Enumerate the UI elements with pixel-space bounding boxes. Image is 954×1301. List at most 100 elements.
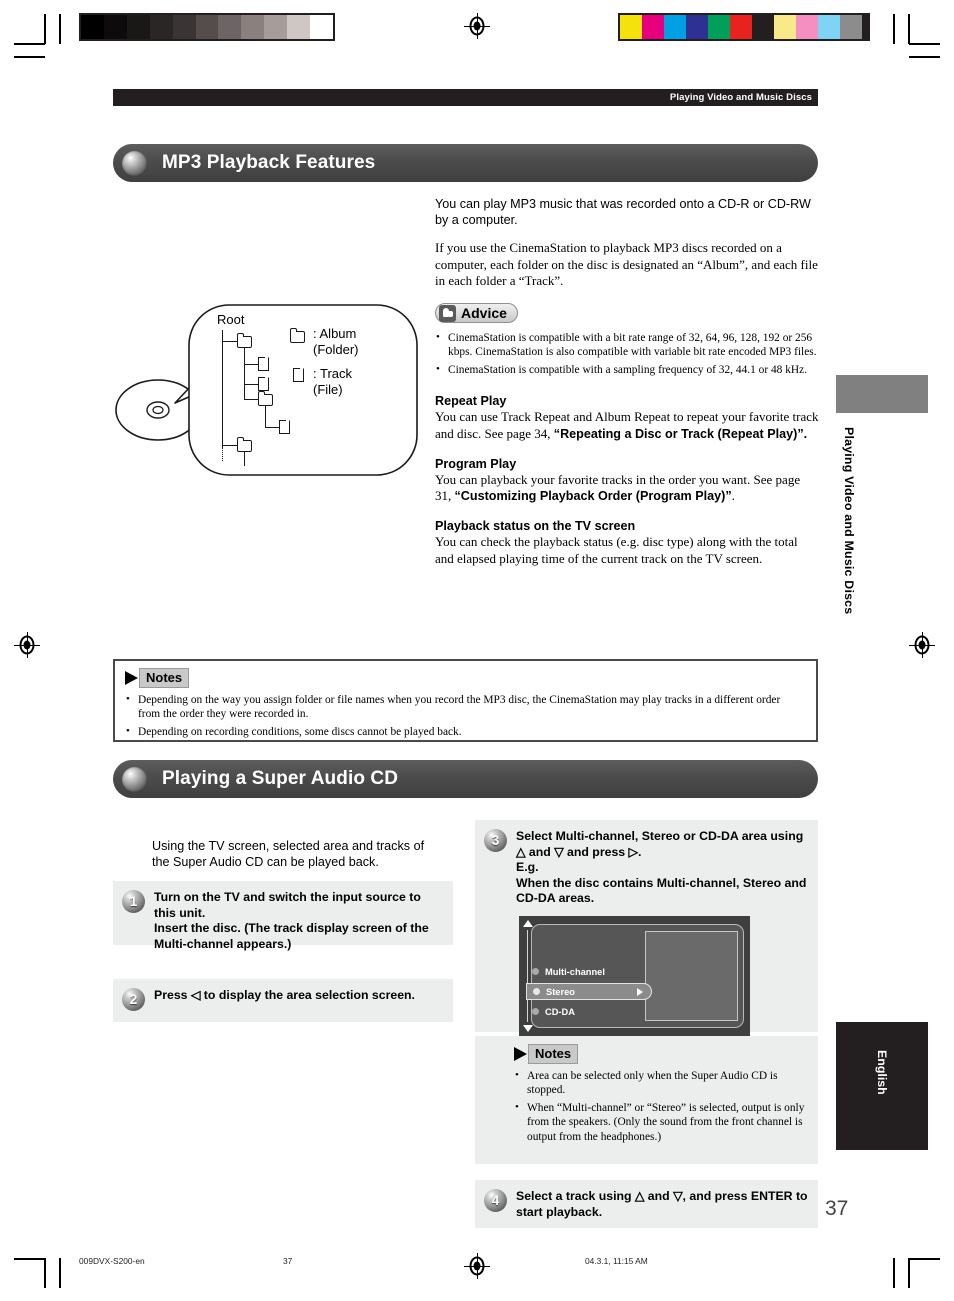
- advice-label: Advice: [461, 305, 507, 322]
- tv-menu-label: Multi-channel: [545, 966, 605, 977]
- tree-trunk-line: [222, 330, 224, 448]
- step-1: 1 Turn on the TV and switch the input so…: [113, 881, 453, 951]
- crop-mark-tr-h: [909, 43, 940, 45]
- crop-mark-tr-v: [908, 14, 910, 44]
- step-3: 3 Select Multi-channel, Stereo or CD-DA …: [475, 820, 818, 1036]
- crop-mark-bl-v: [44, 1258, 46, 1288]
- tree-branch-6: [222, 445, 237, 447]
- notes-header: Notes: [125, 668, 804, 688]
- advice-badge: Advice: [435, 303, 518, 324]
- step-text: Select a track using △ and ▽, and press …: [516, 1189, 808, 1219]
- side-tab-gray-block: [836, 375, 928, 413]
- bullet-sphere-icon: [122, 766, 147, 792]
- color-swatch: [642, 15, 664, 39]
- step-2: 2 Press ◁ to display the area selection …: [113, 979, 453, 1022]
- tv-menu-item-cd-da[interactable]: CD-DA: [526, 1003, 575, 1020]
- gray-swatch: [81, 15, 104, 39]
- crop-mark-tr-v2: [893, 14, 895, 44]
- crop-mark-tl-v2: [59, 14, 61, 44]
- note-item: Depending on the way you assign folder o…: [125, 692, 804, 722]
- color-swatch: [752, 15, 774, 39]
- color-swatch: [818, 15, 840, 39]
- topic-body: You can check the playback status (e.g. …: [435, 534, 798, 566]
- gray-swatch: [172, 15, 196, 39]
- tree-branch-4: [244, 399, 258, 401]
- crop-mark-tl-v: [44, 14, 46, 44]
- gray-swatch: [149, 15, 173, 39]
- legend-track-line2: (File): [313, 382, 343, 397]
- footer-timestamp: 04.3.1, 11:15 AM: [585, 1256, 648, 1266]
- file-icon-track-2: [258, 377, 269, 391]
- side-tab-chapter-label: Playing Video and Music Discs: [842, 427, 856, 615]
- notes-label: Notes: [528, 1044, 579, 1064]
- topic-body-tail: .: [731, 488, 735, 504]
- tree-branch-3: [244, 384, 258, 386]
- running-head-label: Playing Video and Music Discs: [669, 92, 812, 103]
- legend-album-line1: : Album: [313, 326, 357, 341]
- step-number: 2: [122, 988, 145, 1011]
- crop-mark-tl-h2: [14, 56, 45, 58]
- scroll-down-indicator-icon: [523, 1025, 533, 1032]
- legend-album-line2: (Folder): [313, 342, 359, 357]
- gray-swatch: [264, 15, 288, 39]
- crop-mark-bl-h: [14, 1258, 45, 1260]
- notes-arrow-icon: [514, 1047, 527, 1061]
- language-tab: English: [836, 1022, 928, 1150]
- advice-item: CinemaStation is compatible with a bit r…: [435, 330, 819, 360]
- gray-swatch: [103, 15, 127, 39]
- color-swatch: [730, 15, 752, 39]
- mp3-folder-structure-diagram: Root : Album (Folder) : Track (File): [113, 300, 423, 490]
- crop-mark-bl-v2: [59, 1258, 61, 1288]
- legend-file-icon: [293, 368, 304, 382]
- tv-preview-pane: [645, 931, 738, 1021]
- registration-mark-top: [464, 13, 490, 39]
- note-item: Depending on recording conditions, some …: [125, 724, 804, 739]
- mp3-intro-paragraph-2: If you use the CinemaStation to playback…: [435, 239, 818, 289]
- notes-box-sacd: Notes Area can be selected only when the…: [475, 1036, 818, 1164]
- footer-page: 37: [283, 1256, 293, 1266]
- topic-heading: Repeat Play: [435, 393, 507, 408]
- pointing-hand-icon: [439, 304, 456, 322]
- file-icon-track-3: [279, 420, 290, 434]
- notes-list: Depending on the way you assign folder o…: [125, 692, 804, 739]
- note-item: Area can be selected only when the Super…: [514, 1068, 806, 1098]
- topic-body-bold: “Repeating a Disc or Track (Repeat Play)…: [553, 426, 808, 441]
- menu-bullet-icon: [532, 968, 539, 975]
- folder-icon-album-2: [257, 391, 273, 406]
- file-icon-track-1: [258, 357, 269, 371]
- tree-branch-2: [244, 364, 258, 366]
- scroll-up-indicator-icon: [523, 920, 533, 927]
- legend-track-line1: : Track: [313, 366, 353, 381]
- tv-menu-item-multi-channel[interactable]: Multi-channel: [526, 963, 605, 980]
- gray-swatch: [218, 15, 242, 39]
- topic-heading: Program Play: [435, 456, 517, 471]
- topic-playback-status: Playback status on the TV screen You can…: [435, 518, 819, 568]
- section-title: MP3 Playback Features: [162, 152, 376, 173]
- tv-menu-item-stereo[interactable]: Stereo: [526, 983, 652, 1000]
- color-swatch: [774, 15, 796, 39]
- menu-bullet-icon: [533, 988, 540, 995]
- notes-header: Notes: [514, 1044, 806, 1064]
- tv-menu-label: Stereo: [546, 986, 575, 997]
- step-text: Turn on the TV and switch the input sour…: [154, 890, 429, 951]
- notes-box-mp3: Notes Depending on the way you assign fo…: [113, 659, 818, 742]
- advice-list: CinemaStation is compatible with a bit r…: [435, 330, 819, 377]
- running-head: Playing Video and Music Discs: [113, 89, 818, 106]
- step-4: 4 Select a track using △ and ▽, and pres…: [475, 1180, 818, 1228]
- notes-arrow-icon: [125, 671, 138, 685]
- color-calibration-strip: [618, 13, 870, 41]
- language-tab-label: English: [875, 1050, 889, 1095]
- gray-swatch: [310, 15, 333, 39]
- notes-list: Area can be selected only when the Super…: [514, 1068, 806, 1144]
- tv-menu-label: CD-DA: [545, 1006, 575, 1017]
- tree-branch-5: [265, 427, 279, 429]
- crop-mark-br-v2: [893, 1258, 895, 1288]
- crop-mark-br-h: [909, 1258, 940, 1260]
- sacd-intro: Using the TV screen, selected area and t…: [152, 839, 425, 870]
- tree-sub-trunk-3: [244, 452, 246, 466]
- folder-icon-album-1: [236, 333, 252, 348]
- footer-filename: 009DVX-S200-en: [79, 1256, 145, 1266]
- mp3-intro-column: You can play MP3 music that was recorded…: [435, 196, 819, 568]
- note-item: When “Multi-channel” or “Stereo” is sele…: [514, 1100, 806, 1144]
- color-swatch: [708, 15, 730, 39]
